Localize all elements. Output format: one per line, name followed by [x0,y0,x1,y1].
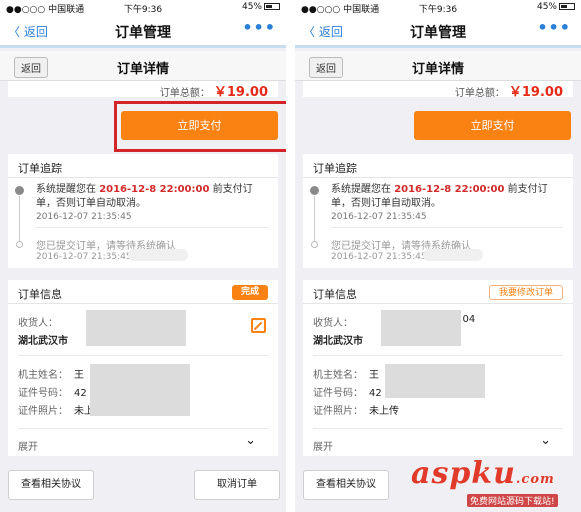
battery-indicator: 45% [242,2,280,12]
photo-label: 证件照片： [313,406,363,417]
order-total-label: 订单总额： [454,88,505,99]
timeline-dot [311,241,318,248]
timeline-dot [16,241,23,248]
nav-bar: 〈 返回 订单管理 ••• [295,16,581,48]
owner-value: 王 [369,370,379,381]
timeline-line [19,196,20,241]
tracking-event-2-time: 2016-12-07 21:35:45 [331,252,427,262]
event1-prefix: 系统提醒您在 [331,184,395,195]
tracking-event-1: 系统提醒您在 2016-12-8 22:00:00 前支付订单，否则订单自动取消… [36,183,268,211]
tracking-event-2-time: 2016-12-07 21:35:45 [36,252,132,262]
photo-label: 证件照片： [18,406,68,417]
more-icon[interactable]: ••• [537,18,571,37]
recipient-label: 收货人： [18,318,58,329]
photo-value: 未上传 [369,406,399,417]
highlight-box [114,101,286,152]
divider [18,355,268,356]
timeline-dot-active [310,186,319,195]
right-screen: ●●○○○ 中国联通 下午9:36 45% 〈 返回 订单管理 ••• 返回 订… [295,0,581,512]
watermark-logo-text: aspku [411,456,516,491]
owner-value: 王 [74,370,84,381]
order-total-amount: ￥19.00 [213,85,268,100]
divider [18,428,268,429]
tracking-title: 订单追踪 [8,154,278,178]
id-value: 42 [74,388,87,399]
tracking-event-1-time: 2016-12-07 21:35:45 [331,212,427,222]
event1-deadline: 2016-12-8 22:00:00 [394,184,505,195]
owner-label: 机主姓名： [18,370,68,381]
tracking-event-1: 系统提醒您在 2016-12-8 22:00:00 前支付订单，否则订单自动取消… [331,183,563,211]
view-agreement-button[interactable]: 查看相关协议 [303,470,389,500]
detail-title: 订单详情 [411,62,464,77]
order-total-row: 订单总额： ￥19.00 [303,81,573,100]
watermark-tagline: 免费网站源码下载站! [467,494,558,507]
tracking-event-1-time: 2016-12-07 21:35:45 [36,212,132,222]
mosaic-redaction [86,310,186,346]
owner-label: 机主姓名： [313,370,363,381]
cancel-order-button[interactable]: 取消订单 [194,470,280,500]
more-icon[interactable]: ••• [242,18,276,37]
battery-icon [264,3,280,10]
blurred-area [423,249,483,261]
id-label: 证件号码： [313,388,363,399]
owner-row: 机主姓名： 王 [313,366,379,381]
divider [313,428,563,429]
address-text: 湖北武汉市 [18,336,68,347]
event1-prefix: 系统提醒您在 [36,184,100,195]
expand-label[interactable]: 展开 [18,438,38,453]
divider [331,227,563,228]
watermark-logo-suffix: .com [515,472,555,487]
battery-indicator: 45% [537,2,575,12]
left-screen: ●●○○○ 中国联通 下午9:36 45% 〈 返回 订单管理 ••• 返回 订… [0,0,286,512]
site-watermark: aspku.com 免费网站源码下载站! [407,456,581,512]
order-total-label: 订单总额： [159,88,210,99]
detail-header: 返回 订单详情 [295,51,581,81]
bottom-bar: 查看相关协议 取消订单 [0,462,286,512]
battery-icon [559,3,575,10]
view-agreement-button[interactable]: 查看相关协议 [8,470,94,500]
id-row: 证件号码： 42 [313,384,382,399]
tracking-title: 订单追踪 [303,154,573,178]
order-info-card: 订单信息 我要修改订单 收货人： 3 04 湖北武汉市 机主姓名：王 证件号码：… [303,280,573,456]
detail-header: 返回 订单详情 [0,51,286,81]
battery-percent: 45% [241,2,262,12]
mosaic-redaction [90,364,190,416]
status-bar: ●●○○○ 中国联通 下午9:36 45% [295,0,581,16]
expand-label[interactable]: 展开 [313,438,333,453]
address-text: 湖北武汉市 [313,336,363,347]
divider [313,355,563,356]
chevron-down-icon[interactable]: ⌄ [540,433,551,448]
status-bar: ●●○○○ 中国联通 下午9:36 45% [0,0,286,16]
recipient-row: 收货人： [18,314,58,329]
battery-percent: 45% [536,2,557,12]
blurred-area [128,249,188,261]
order-total-row: 订单总额： ￥19.00 [8,81,278,100]
divider [36,227,268,228]
recipient-label: 收货人： [313,318,353,329]
detail-title: 订单详情 [116,62,169,77]
id-label: 证件号码： [18,388,68,399]
nav-bar: 〈 返回 订单管理 ••• [0,16,286,48]
id-row: 证件号码： 42 [18,384,87,399]
order-info-card: 订单信息 完成 收货人： 湖北武汉市 机主姓名：王 证件号码：42 5 证件照片… [8,280,278,456]
watermark-logo: aspku.com [411,456,555,491]
modify-order-button[interactable]: 我要修改订单 [488,285,563,300]
id-value: 42 [369,388,382,399]
tracking-card: 订单追踪 系统提醒您在 2016-12-8 22:00:00 前支付订单，否则订… [303,154,573,268]
chevron-down-icon[interactable]: ⌄ [245,433,256,448]
status-badge: 完成 [231,285,268,300]
edit-icon[interactable] [251,318,266,333]
timeline-line [314,196,315,241]
photo-row: 证件照片： 未上传 [313,402,399,417]
order-total-amount: ￥19.00 [508,85,563,100]
timeline-dot-active [15,186,24,195]
tracking-card: 订单追踪 系统提醒您在 2016-12-8 22:00:00 前支付订单，否则订… [8,154,278,268]
pay-now-button[interactable]: 立即支付 [414,111,571,140]
mosaic-redaction [381,310,461,346]
owner-row: 机主姓名： 王 [18,366,84,381]
mosaic-redaction [385,364,485,398]
event1-deadline: 2016-12-8 22:00:00 [99,184,210,195]
recipient-row: 收货人： [313,314,353,329]
